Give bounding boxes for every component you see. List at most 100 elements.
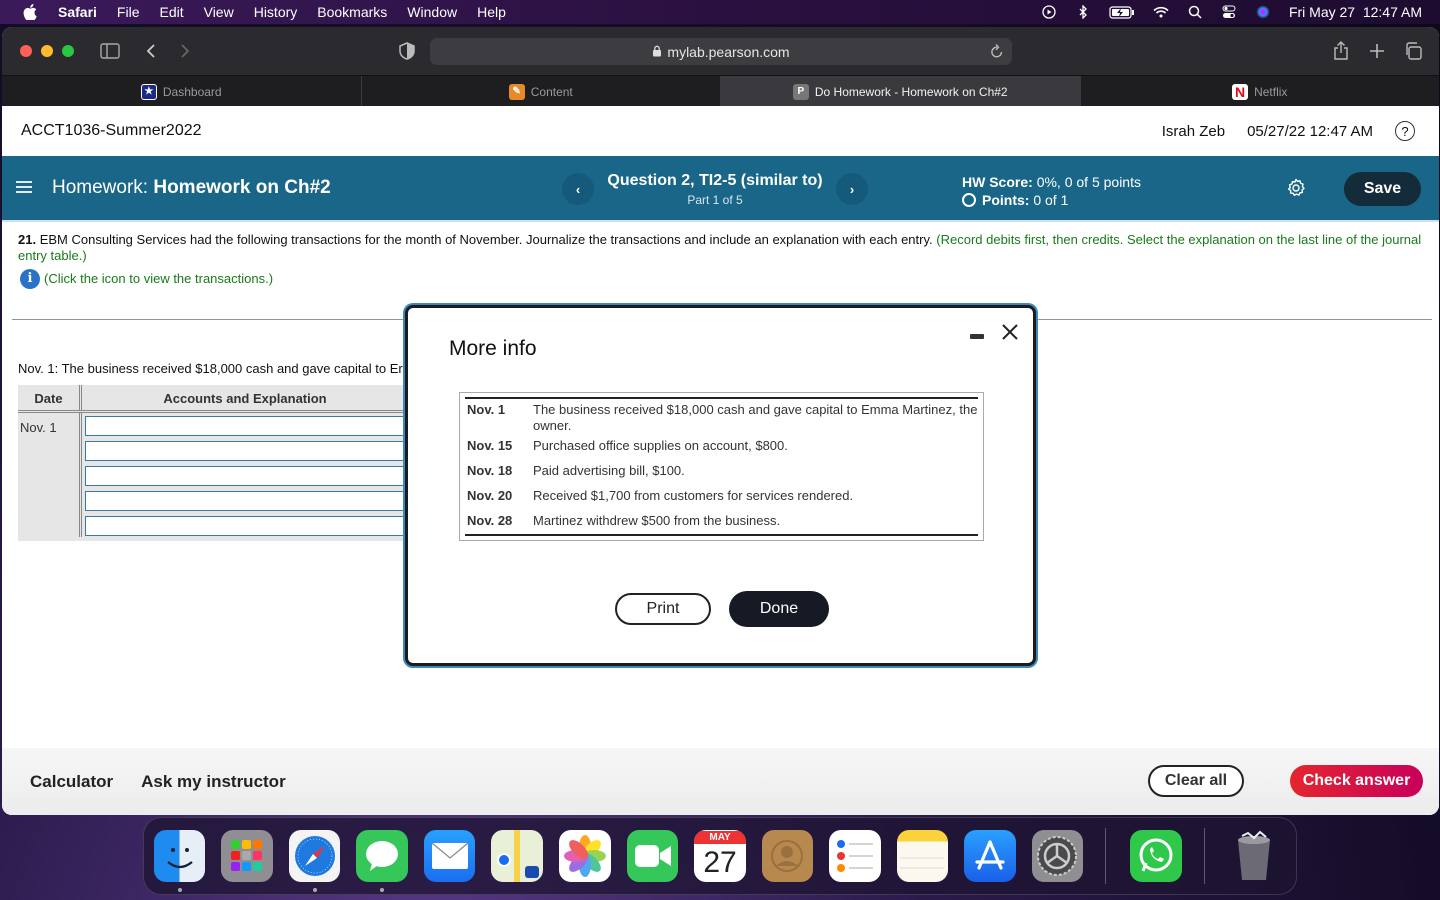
menu-safari[interactable]: Safari bbox=[58, 4, 97, 20]
reload-icon[interactable] bbox=[990, 43, 1004, 62]
bluetooth-icon[interactable] bbox=[1075, 4, 1091, 20]
info-icon[interactable]: i bbox=[20, 269, 40, 289]
question-navigator: ‹ Question 2, TI2-5 (similar to) Part 1 … bbox=[562, 156, 868, 222]
check-answer-button[interactable]: Check answer bbox=[1290, 765, 1423, 797]
dock-calendar-icon[interactable]: MAY 27 bbox=[694, 830, 746, 882]
sidebar-toggle-icon[interactable] bbox=[99, 41, 121, 61]
back-icon[interactable] bbox=[140, 41, 162, 61]
apple-menu-icon[interactable] bbox=[22, 4, 38, 20]
dock: MAY 27 bbox=[143, 817, 1297, 895]
dock-notes-icon[interactable] bbox=[896, 830, 949, 882]
done-button[interactable]: Done bbox=[729, 591, 829, 627]
dock-separator bbox=[1105, 828, 1107, 884]
share-icon[interactable] bbox=[1330, 41, 1352, 61]
previous-question-button[interactable]: ‹ bbox=[562, 173, 594, 205]
pearson-p-icon: P bbox=[792, 83, 809, 100]
minimize-dialog-icon[interactable] bbox=[970, 334, 984, 339]
transactions-table: Nov. 1 The business received $18,000 cas… bbox=[459, 392, 984, 541]
next-question-button[interactable]: › bbox=[836, 173, 868, 205]
menu-help[interactable]: Help bbox=[477, 4, 506, 20]
tab-do-homework[interactable]: P Do Homework - Homework on Ch#2 bbox=[721, 76, 1081, 107]
transaction-text: Received $1,700 from customers for servi… bbox=[533, 488, 854, 503]
account-input-2[interactable] bbox=[85, 441, 408, 461]
zoom-window-button[interactable] bbox=[62, 45, 74, 57]
menu-bar: Safari File Edit View History Bookmarks … bbox=[0, 0, 1440, 24]
journal-entry-table: Date Accounts and Explanation Nov. 1 bbox=[18, 385, 408, 541]
dialog-title: More info bbox=[449, 337, 537, 360]
transaction-date: Nov. 15 bbox=[467, 438, 513, 453]
explanation-input[interactable] bbox=[85, 516, 408, 536]
tab-label: Netflix bbox=[1254, 84, 1288, 99]
question-body: EBM Consulting Services had the followin… bbox=[39, 232, 933, 247]
menu-window[interactable]: Window bbox=[407, 4, 457, 20]
dock-facetime-icon[interactable] bbox=[626, 830, 679, 882]
menu-bookmarks[interactable]: Bookmarks bbox=[317, 4, 387, 20]
account-input-1[interactable] bbox=[85, 416, 408, 436]
menu-hamburger-icon[interactable] bbox=[16, 177, 34, 200]
dock-safari-icon[interactable] bbox=[288, 830, 341, 892]
print-button[interactable]: Print bbox=[615, 593, 711, 625]
transaction-row: Nov. 28 Martinez withdrew $500 from the … bbox=[465, 513, 978, 529]
menu-history[interactable]: History bbox=[254, 4, 298, 20]
address-bar[interactable]: mylab.pearson.com bbox=[430, 38, 1012, 65]
wifi-icon[interactable] bbox=[1153, 4, 1169, 20]
menu-edit[interactable]: Edit bbox=[159, 4, 183, 20]
play-circle-icon[interactable] bbox=[1041, 4, 1057, 20]
close-window-button[interactable] bbox=[20, 45, 32, 57]
dock-launchpad-icon[interactable] bbox=[221, 830, 273, 882]
forward-icon[interactable] bbox=[174, 41, 196, 61]
ask-instructor-link[interactable]: Ask my instructor bbox=[141, 772, 286, 792]
close-dialog-icon[interactable] bbox=[998, 320, 1022, 344]
points-value: 0 of 1 bbox=[1033, 192, 1069, 208]
new-tab-icon[interactable] bbox=[1366, 41, 1388, 61]
browser-toolbar: mylab.pearson.com bbox=[2, 27, 1439, 75]
menubar-clock[interactable]: Fri May 27 12:47 AM bbox=[1289, 4, 1422, 20]
tab-netflix[interactable]: N Netflix bbox=[1081, 76, 1440, 107]
homework-title: Homework: Homework on Ch#2 bbox=[52, 177, 331, 199]
menu-view[interactable]: View bbox=[204, 4, 234, 20]
tab-bar: ★ Dashboard ✎ Content P Do Homework - Ho… bbox=[2, 75, 1439, 107]
dock-messages-icon[interactable] bbox=[356, 830, 408, 892]
transaction-text: Paid advertising bill, $100. bbox=[533, 463, 685, 478]
dock-finder-icon[interactable] bbox=[154, 830, 206, 892]
minimize-window-button[interactable] bbox=[41, 45, 53, 57]
running-indicator bbox=[380, 888, 385, 892]
dock-photos-icon[interactable] bbox=[559, 830, 611, 882]
transaction-date: Nov. 28 bbox=[467, 513, 513, 528]
course-header: ACCT1036-Summer2022 Israh Zeb 05/27/22 1… bbox=[2, 106, 1439, 156]
help-icon[interactable]: ? bbox=[1395, 121, 1415, 141]
dock-contacts-icon[interactable] bbox=[761, 830, 814, 882]
settings-gear-icon[interactable] bbox=[1286, 178, 1306, 198]
transaction-row: Nov. 18 Paid advertising bill, $100. bbox=[465, 463, 978, 479]
dock-maps-icon[interactable] bbox=[491, 830, 544, 882]
journal-prompt: Nov. 1: The business received $18,000 ca… bbox=[18, 361, 403, 376]
url-text: mylab.pearson.com bbox=[667, 43, 790, 60]
privacy-shield-icon[interactable] bbox=[396, 41, 418, 61]
tab-dashboard[interactable]: ★ Dashboard bbox=[2, 76, 362, 107]
calculator-link[interactable]: Calculator bbox=[30, 772, 113, 792]
spotlight-search-icon[interactable] bbox=[1187, 4, 1203, 20]
more-info-dialog: More info Nov. 1 The business received $… bbox=[405, 305, 1036, 666]
transaction-row: Nov. 15 Purchased office supplies on acc… bbox=[465, 438, 978, 454]
siri-icon[interactable] bbox=[1255, 4, 1271, 20]
dock-mail-icon[interactable] bbox=[423, 830, 476, 882]
clear-all-button[interactable]: Clear all bbox=[1148, 765, 1244, 797]
calendar-day: 27 bbox=[703, 846, 737, 879]
dock-trash-icon[interactable] bbox=[1229, 830, 1280, 882]
battery-charging-icon[interactable] bbox=[1109, 4, 1135, 20]
dock-reminders-icon[interactable] bbox=[829, 830, 881, 882]
dock-system-preferences-icon[interactable] bbox=[1031, 830, 1084, 882]
account-input-3[interactable] bbox=[85, 466, 408, 486]
question-text: 21. EBM Consulting Services had the foll… bbox=[2, 222, 1439, 289]
tab-content[interactable]: ✎ Content bbox=[362, 76, 721, 107]
save-button[interactable]: Save bbox=[1344, 172, 1421, 206]
tab-overview-icon[interactable] bbox=[1402, 41, 1424, 61]
dock-whatsapp-icon[interactable] bbox=[1130, 830, 1182, 882]
transaction-date: Nov. 1 bbox=[467, 402, 506, 417]
window-controls bbox=[20, 45, 74, 57]
menu-file[interactable]: File bbox=[117, 4, 140, 20]
running-indicator bbox=[178, 888, 182, 892]
control-center-icon[interactable] bbox=[1221, 4, 1237, 20]
account-input-4[interactable] bbox=[85, 491, 408, 511]
dock-app-store-icon[interactable] bbox=[964, 830, 1016, 882]
